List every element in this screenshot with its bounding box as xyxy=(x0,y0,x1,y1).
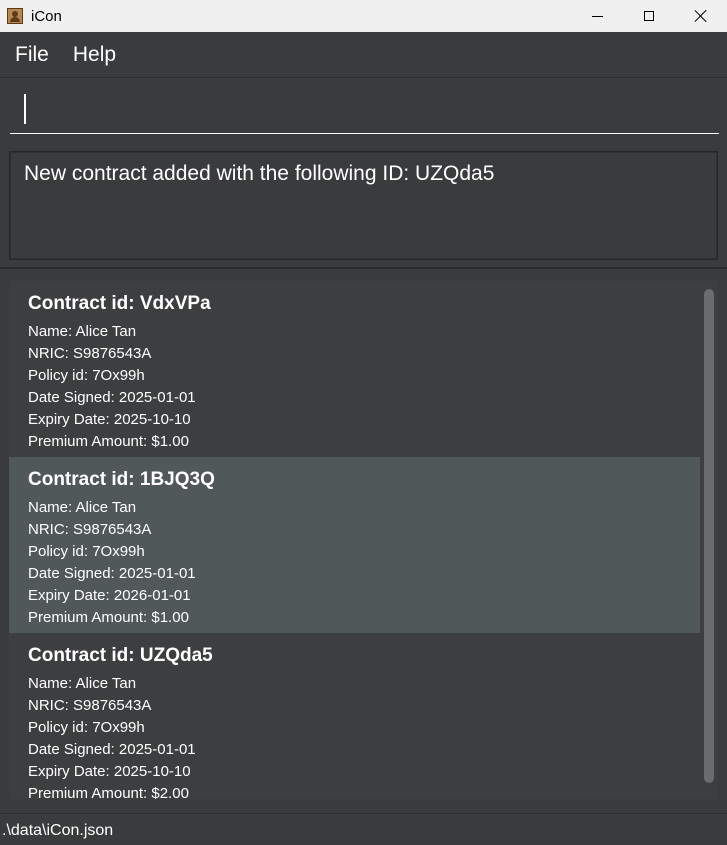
window-controls xyxy=(571,0,727,32)
menu-help[interactable]: Help xyxy=(73,43,116,67)
command-box xyxy=(0,78,727,144)
contract-name: Name: Alice Tan xyxy=(28,323,137,340)
contract-policy-id: Policy id: 7Ox99h xyxy=(28,367,145,384)
contract-policy-id: Policy id: 7Ox99h xyxy=(28,719,145,736)
contract-date-signed: Date Signed: 2025-01-01 xyxy=(28,741,196,758)
contract-premium: Premium Amount: $1.00 xyxy=(28,609,189,626)
result-display: New contract added with the following ID… xyxy=(9,151,718,260)
contract-name: Name: Alice Tan xyxy=(28,499,137,516)
contract-premium: Premium Amount: $1.00 xyxy=(28,433,189,450)
contract-policy-id: Policy id: 7Ox99h xyxy=(28,543,145,560)
scrollbar-thumb[interactable] xyxy=(704,289,714,783)
contract-id: Contract id: UZQda5 xyxy=(28,645,213,666)
contract-premium: Premium Amount: $2.00 xyxy=(28,785,189,799)
contract-id: Contract id: 1BJQ3Q xyxy=(28,469,215,490)
contract-card-selected[interactable]: Contract id: 1BJQ3Q Name: Alice Tan NRIC… xyxy=(9,457,700,633)
app-icon xyxy=(7,8,23,24)
contract-expiry-date: Expiry Date: 2025-10-10 xyxy=(28,763,191,780)
contract-card[interactable]: Contract id: VdxVPa Name: Alice Tan NRIC… xyxy=(9,281,700,457)
command-input[interactable] xyxy=(10,88,719,134)
contract-date-signed: Date Signed: 2025-01-01 xyxy=(28,565,196,582)
maximize-icon xyxy=(644,11,654,21)
contract-name: Name: Alice Tan xyxy=(28,675,137,692)
contract-card[interactable]: Contract id: UZQda5 Name: Alice Tan NRIC… xyxy=(9,633,700,799)
divider xyxy=(0,267,727,269)
minimize-icon xyxy=(591,15,603,17)
data-file-path: .\data\iCon.json xyxy=(2,822,114,839)
contract-expiry-date: Expiry Date: 2025-10-10 xyxy=(28,411,191,428)
maximize-button[interactable] xyxy=(623,0,675,32)
close-button[interactable] xyxy=(675,0,727,32)
contract-id: Contract id: VdxVPa xyxy=(28,293,211,314)
close-icon xyxy=(694,9,708,23)
contract-list[interactable]: Contract id: VdxVPa Name: Alice Tan NRIC… xyxy=(9,281,718,799)
contract-nric: NRIC: S9876543A xyxy=(28,521,152,538)
contract-expiry-date: Expiry Date: 2026-01-01 xyxy=(28,587,191,604)
contract-nric: NRIC: S9876543A xyxy=(28,697,152,714)
text-caret xyxy=(24,94,26,124)
status-bar: .\data\iCon.json xyxy=(0,813,727,845)
contract-nric: NRIC: S9876543A xyxy=(28,345,152,362)
contract-date-signed: Date Signed: 2025-01-01 xyxy=(28,389,196,406)
window-title: iCon xyxy=(31,7,62,25)
result-message: New contract added with the following ID… xyxy=(24,162,495,185)
title-bar: iCon xyxy=(0,0,727,32)
menu-file[interactable]: File xyxy=(15,43,49,67)
menu-bar: File Help xyxy=(0,33,727,78)
minimize-button[interactable] xyxy=(571,0,623,32)
list-scrollbar[interactable] xyxy=(700,281,718,799)
